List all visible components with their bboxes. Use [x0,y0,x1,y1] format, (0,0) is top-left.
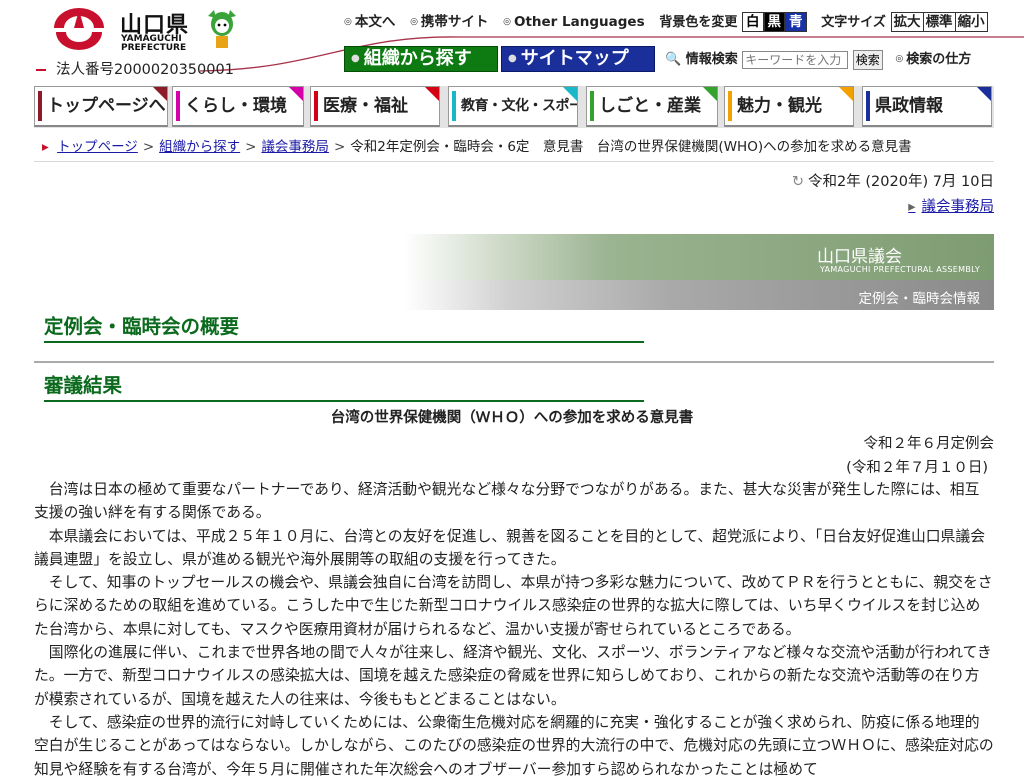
nav-corner [153,87,167,101]
nav-living[interactable]: くらし・環境 [172,86,304,127]
nav-corner [839,87,853,101]
breadcrumb-separator: > [245,139,257,155]
search-button[interactable]: 検索 [852,49,883,70]
nav-corner [425,87,439,101]
session-date: (令和２年７月１０日) [846,460,988,476]
logo-subtext: YAMAGUCHI PREFECTURE [121,34,187,53]
breadcrumb-dept-link[interactable]: 議会事務局 [261,139,329,155]
paragraph: そして、感染症の世界的流行に対峙していくためには、公衆衛生危機対応を網羅的に充実… [34,713,994,778]
document-body: 台湾は日本の極めて重要なパートナーであり、経済活動や観光など様々な分野でつながり… [34,478,994,781]
overview-heading: 定例会・臨時会の概要 [44,310,644,343]
breadcrumb-top-link[interactable]: トップページ [57,139,138,155]
banner-title: 山口県議会 [817,247,902,267]
nav-corner [289,87,303,101]
breadcrumb-current: 令和2年定例会・臨時会・6定 意見書 台湾の世界保健機関(WHO)への参加を求め… [350,139,912,155]
document-title: 台湾の世界保健機関（ＷＨＯ）への参加を求める意見書 [330,410,694,426]
font-size-label: 文字サイズ [821,15,886,30]
nav-color-bar [38,91,42,121]
nav-label: 県政情報 [875,96,943,116]
nav-corner [703,87,717,101]
section-divider [34,361,994,363]
department-link[interactable]: 議会事務局 [908,195,995,216]
paragraph: 国際化の進展に伴い、これまで世界各地の間で人々が往来し、経済や観光、文化、スポー… [34,644,992,708]
nav-work[interactable]: しごと・産業 [586,86,718,127]
corporate-number: 法人番号2000020350001 [36,58,234,79]
nav-color-bar [590,91,594,121]
nav-medical[interactable]: 医療・福祉 [310,86,440,127]
search-input[interactable] [742,50,849,69]
breadcrumb-separator: > [142,139,155,155]
nav-color-bar [866,91,870,121]
font-larger-button[interactable]: 拡大 [892,13,923,31]
search-label: 情報検索 [685,52,738,67]
banner-subtitle: YAMAGUCHI PREFECTURAL ASSEMBLY [819,265,980,274]
skip-to-content-link[interactable]: 本文へ [344,14,395,30]
prefecture-emblem-icon [54,8,104,50]
bg-color-label: 背景色を変更 [659,15,738,30]
nav-corner [977,87,991,101]
nav-government[interactable]: 県政情報 [862,86,992,127]
mascot-icon [208,10,236,48]
org-search-button[interactable]: 組織から探す [344,46,498,72]
nav-label: トップページへ [47,96,166,116]
session-info-link[interactable]: 定例会・臨時会情報 [859,287,981,307]
nav-color-bar [314,91,318,121]
utility-links: 本文へ 携帯サイト Other Languages 背景色を変更 白黒青 文字サ… [344,10,988,32]
search-area: 🔍 情報検索 検索 検索の仕方 [665,48,971,70]
updated-date: 令和2年 (2020年) 7月 10日 [792,170,994,191]
font-standard-button[interactable]: 標準 [922,13,955,31]
nav-label: 教育・文化・スポーツ [461,98,577,114]
paragraph: 台湾は日本の極めて重要なパートナーであり、経済活動や観光など様々な分野でつながり… [34,481,980,522]
breadcrumb-separator: > [333,139,346,155]
breadcrumb: トップページ>組織から探す>議会事務局>令和2年定例会・臨時会・6定 意見書 台… [34,137,994,162]
results-heading: 審議結果 [44,369,644,402]
nav-color-bar [452,91,456,121]
session-name: 令和２年６月定例会 [863,436,995,452]
other-languages-link[interactable]: Other Languages [503,14,644,30]
nav-tourism[interactable]: 魅力・観光 [724,86,854,127]
nav-corner [563,87,577,101]
nav-label: 魅力・観光 [737,96,822,116]
paragraph: 本県議会においては、平成２５年１０月に、台湾との友好を促進し、親善を図ることを目… [34,527,985,568]
global-nav: トップページへ くらし・環境 医療・福祉 教育・文化・スポーツ しごと・産業 魅… [34,86,994,128]
sitemap-button[interactable]: サイトマップ [501,46,655,72]
nav-label: くらし・環境 [185,96,287,116]
nav-color-bar [176,91,180,121]
search-icon: 🔍 [665,52,682,67]
font-smaller-button[interactable]: 縮小 [954,13,987,31]
mobile-site-link[interactable]: 携帯サイト [410,14,488,30]
bg-blue-button[interactable]: 青 [785,12,807,32]
site-header: 山口県 YAMAGUCHI PREFECTURE 法人番号20000203500… [0,0,1024,82]
search-help-link[interactable]: 検索の仕方 [895,52,971,67]
bg-black-button[interactable]: 黒 [763,12,786,32]
breadcrumb-org-link[interactable]: 組織から探す [159,139,240,155]
nav-color-bar [728,91,732,121]
assembly-banner: 山口県議会 YAMAGUCHI PREFECTURAL ASSEMBLY 定例会… [404,234,994,310]
nav-top-page[interactable]: トップページへ [34,86,168,127]
font-size-controls: 拡大 標準 縮小 [890,12,988,32]
nav-education[interactable]: 教育・文化・スポーツ [448,86,578,127]
bg-white-button[interactable]: 白 [742,12,764,32]
nav-label: しごと・産業 [599,96,701,116]
nav-label: 医療・福祉 [323,96,408,116]
paragraph: そして、知事のトップセールスの機会や、県議会独自に台湾を訪問し、本県が持つ多彩な… [34,574,993,638]
